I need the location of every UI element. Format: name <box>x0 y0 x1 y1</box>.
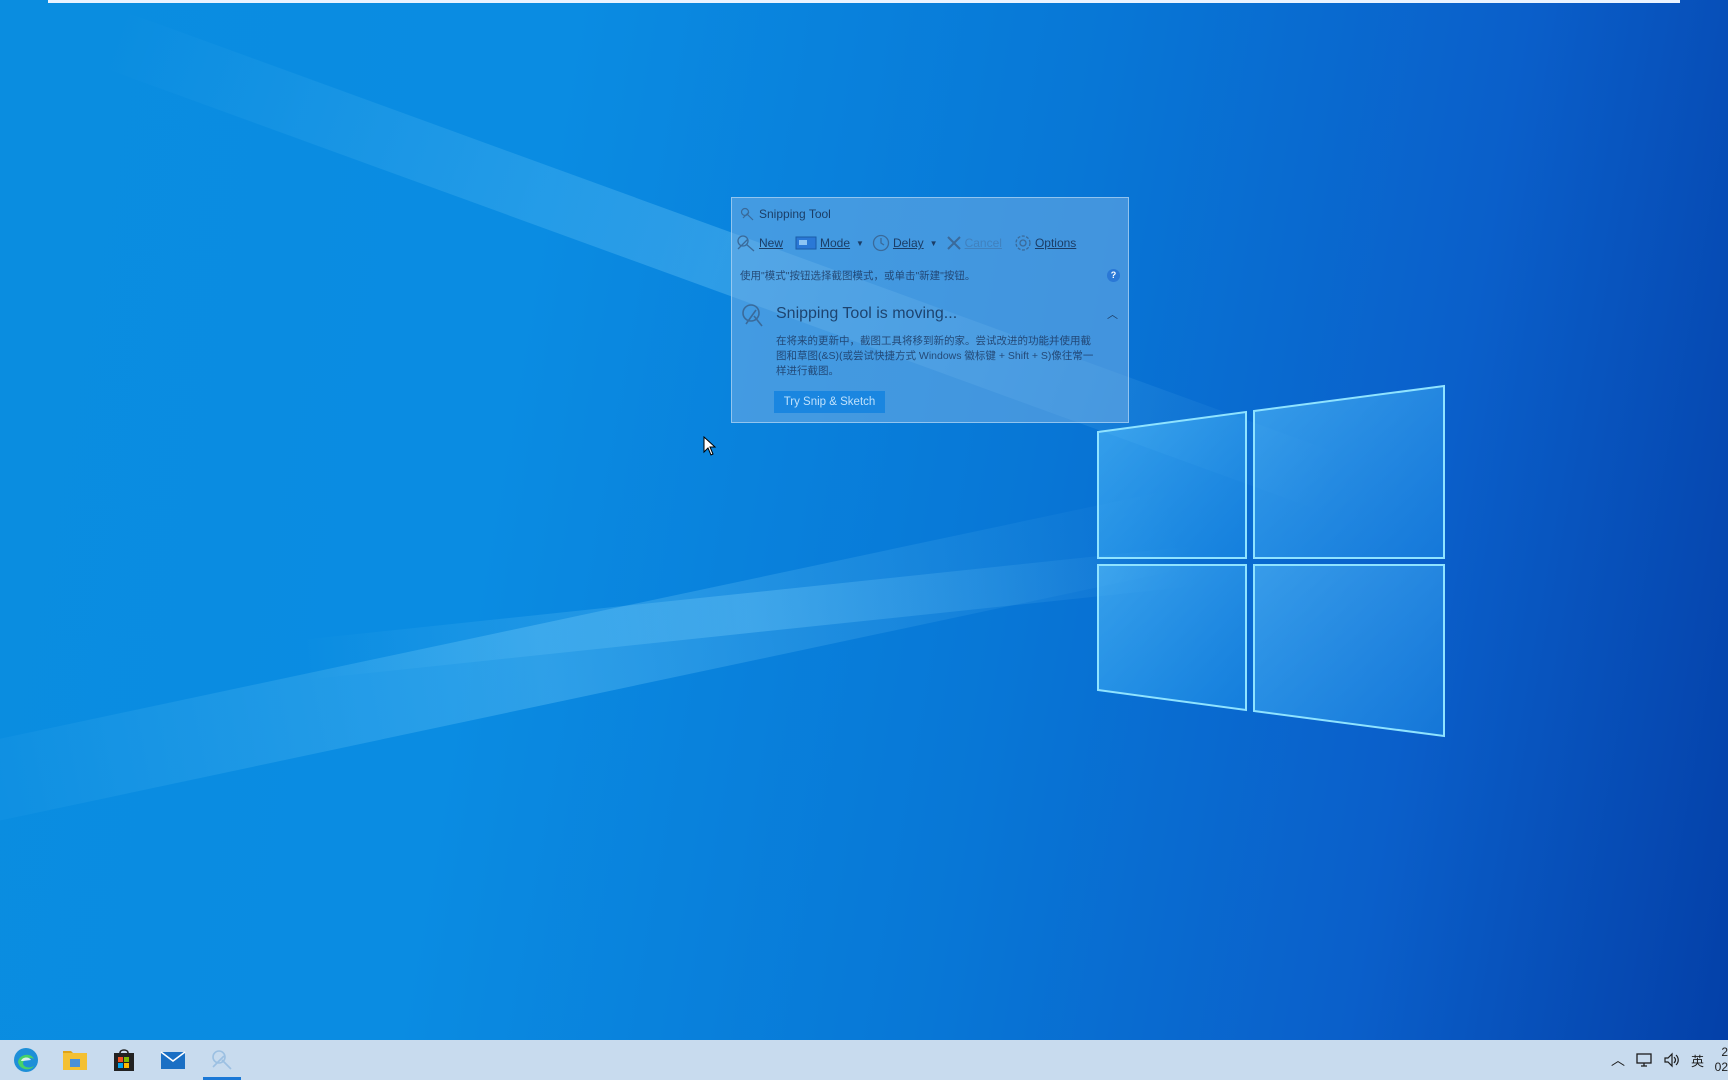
snip-sketch-icon <box>742 304 763 327</box>
mode-button[interactable]: Mode <box>795 235 850 251</box>
desktop-wallpaper: Snipping Tool New Mode ▼ Delay ▼ Cancel … <box>0 0 1728 1040</box>
file-explorer-icon <box>63 1051 87 1070</box>
mail-icon <box>160 1051 186 1069</box>
clock-icon <box>872 234 890 252</box>
taskbar-store-button[interactable] <box>101 1040 147 1080</box>
close-icon <box>946 236 961 250</box>
options-button[interactable]: Options <box>1014 234 1076 252</box>
try-snip-sketch-button[interactable]: Try Snip & Sketch <box>774 391 885 413</box>
taskbar: ︿ 英 2 202 <box>0 1040 1728 1080</box>
mouse-cursor-icon <box>703 436 717 456</box>
notice-body: 在将来的更新中，截图工具将移到新的家。尝试改进的功能并使用截图和草图(&S)(或… <box>776 335 1094 377</box>
mode-dropdown-arrow-icon[interactable]: ▼ <box>856 239 864 248</box>
mode-icon <box>795 236 817 250</box>
help-icon[interactable]: ? <box>1107 269 1120 282</box>
snipping-tool-titlebar[interactable]: Snipping Tool <box>740 205 831 223</box>
network-icon[interactable] <box>1635 1052 1653 1068</box>
new-label: New <box>759 236 784 250</box>
chevron-up-icon[interactable]: ︿ <box>1107 306 1118 322</box>
top-window-edge <box>48 0 1680 3</box>
snipping-tool-icon <box>740 207 754 221</box>
snipping-tool-window[interactable]: Snipping Tool New Mode ▼ Delay ▼ Cancel … <box>731 197 1129 423</box>
new-snip-icon <box>737 235 755 252</box>
ime-indicator[interactable]: 英 <box>1691 1051 1704 1070</box>
volume-icon[interactable] <box>1663 1052 1681 1068</box>
cancel-label: Cancel <box>964 236 1002 250</box>
delay-label: Delay <box>892 236 924 250</box>
delay-dropdown-arrow-icon[interactable]: ▼ <box>930 239 938 248</box>
chevron-up-icon[interactable]: ︿ <box>1611 1050 1625 1070</box>
edge-icon <box>14 1048 38 1072</box>
options-label: Options <box>1034 236 1077 250</box>
clock-time: 2 <box>1721 1045 1728 1059</box>
new-button[interactable]: New <box>736 234 783 252</box>
taskbar-mail-button[interactable] <box>150 1040 196 1080</box>
clock-date: 202 <box>1714 1060 1728 1074</box>
delay-button[interactable]: Delay <box>872 234 924 252</box>
taskbar-snipping-tool-button[interactable] <box>199 1040 245 1080</box>
windows-logo <box>1097 384 1445 738</box>
taskbar-file-explorer-button[interactable] <box>52 1040 98 1080</box>
system-tray: ︿ 英 2 202 <box>1611 1040 1728 1080</box>
window-title: Snipping Tool <box>759 207 831 221</box>
snipping-tool-icon <box>212 1050 232 1070</box>
taskbar-edge-button[interactable] <box>3 1040 49 1080</box>
store-icon <box>114 1049 134 1071</box>
notice-title: Snipping Tool is moving... <box>776 305 958 322</box>
mode-hint-text: 使用"模式"按钮选择截图模式，或单击"新建"按钮。 <box>740 270 976 282</box>
mode-label: Mode <box>820 236 851 250</box>
cancel-button[interactable]: Cancel <box>946 235 1002 251</box>
gear-icon <box>1015 235 1031 251</box>
snipping-toolbar: New Mode ▼ Delay ▼ Cancel Options <box>736 232 1124 254</box>
clock[interactable]: 2 202 <box>1714 1045 1728 1075</box>
